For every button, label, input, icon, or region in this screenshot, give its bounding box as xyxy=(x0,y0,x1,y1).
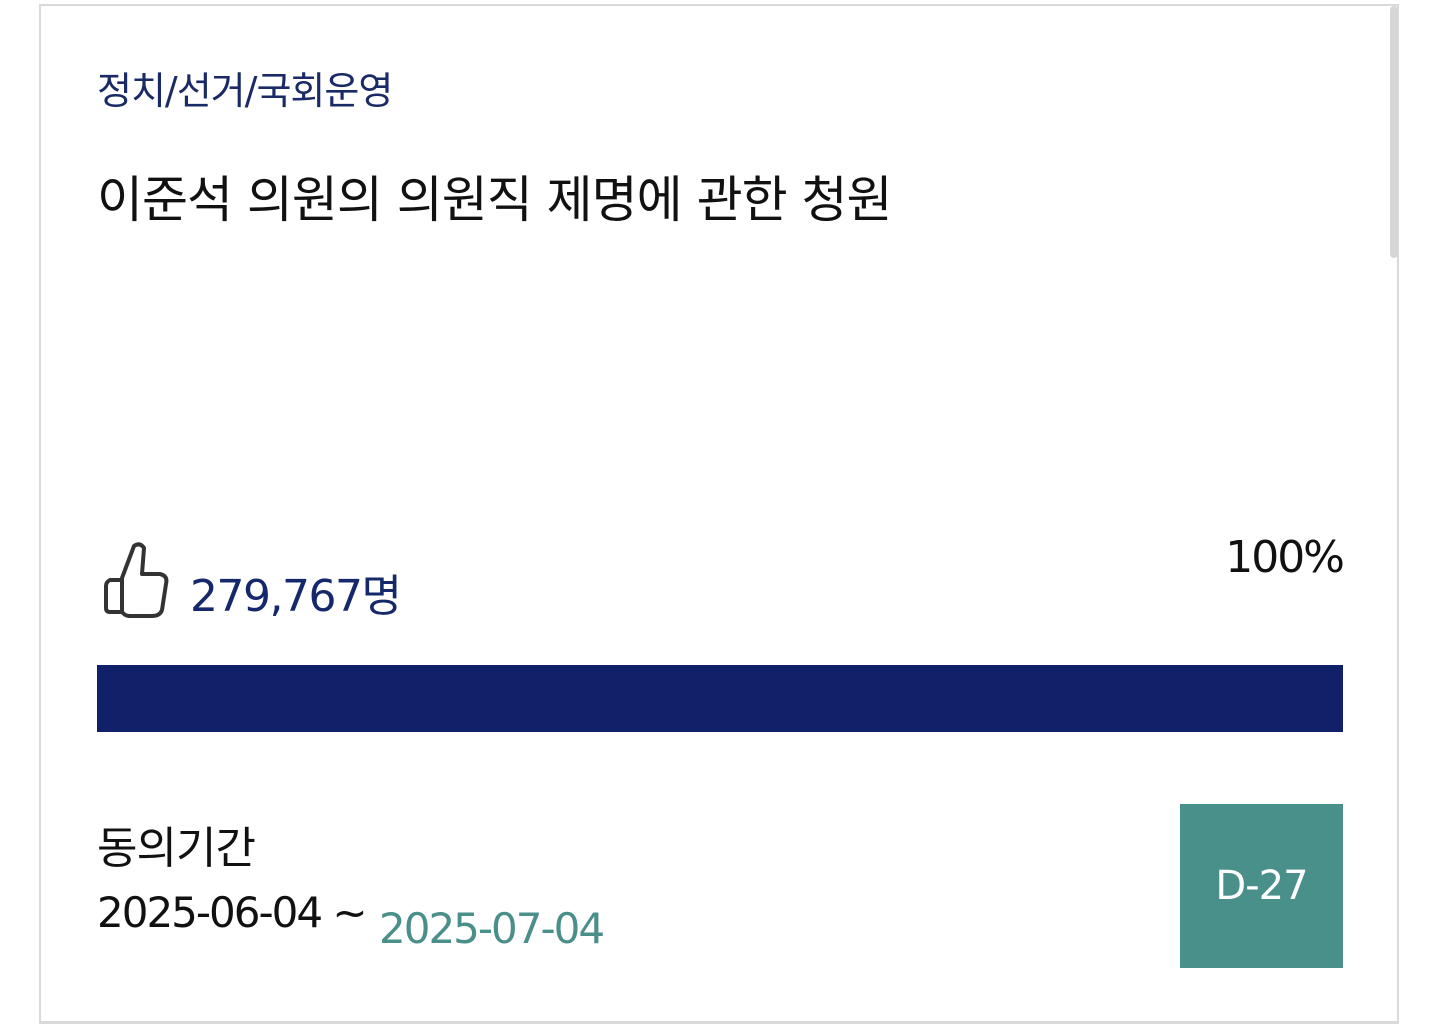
progress-bar xyxy=(97,665,1343,732)
scrollbar[interactable] xyxy=(1390,6,1398,258)
thumbs-up-icon xyxy=(102,540,172,620)
progress-percent: 100% xyxy=(1225,532,1345,583)
period-end-date: 2025-07-04 xyxy=(379,904,605,953)
dday-text: D-27 xyxy=(1215,863,1308,909)
progress-bar-fill xyxy=(97,665,1343,732)
dday-badge: D-27 xyxy=(1180,804,1343,968)
period-label: 동의기간 xyxy=(97,823,256,874)
period-start-date: 2025-06-04 ~ xyxy=(97,888,368,937)
petition-category: 정치/선거/국회운영 xyxy=(97,69,393,113)
petition-title[interactable]: 이준석 의원의 의원직 제명에 관한 청원 xyxy=(97,160,892,232)
agree-count: 279,767명 xyxy=(190,571,402,622)
